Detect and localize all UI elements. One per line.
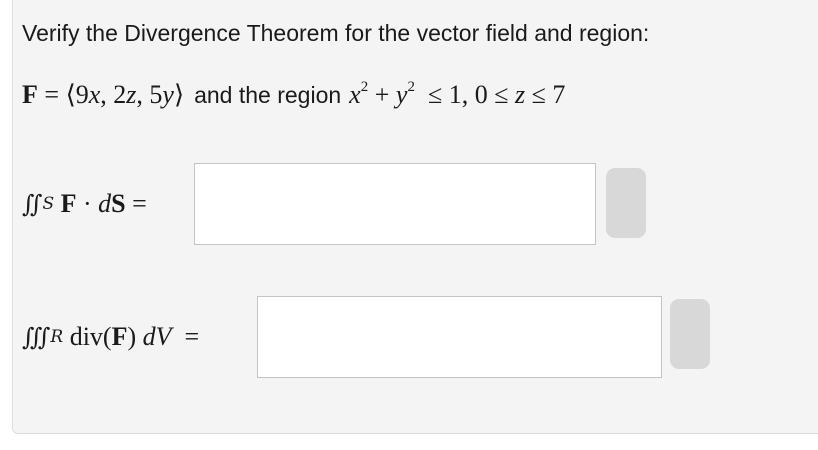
vector-field-expression: F = ⟨9x, 2z, 5y⟩ <box>22 80 184 110</box>
surface-answer-status-indicator <box>606 168 646 238</box>
volume-element-symbol: V <box>155 322 172 351</box>
separator-2: , <box>136 80 150 109</box>
double-integral-icon: ∬ <box>22 190 43 218</box>
plus-sign: + <box>374 80 390 109</box>
component-1-var: x <box>88 80 101 109</box>
paren-close: ) <box>127 322 137 351</box>
leq-sign-1: ≤ <box>427 80 443 109</box>
surface-element-symbol: S <box>111 189 126 218</box>
problem-statement: F = ⟨9x, 2z, 5y⟩ and the region x2 + y2 … <box>22 80 565 120</box>
leq-sign-3: ≤ <box>531 80 546 109</box>
surface-integral-label: ∬ S F · dS = <box>22 189 147 218</box>
volume-differential-d: d <box>142 322 156 351</box>
region-expression: x2 + y2 ≤ 1, 0 ≤ z ≤ 7 <box>349 80 565 110</box>
volume-integral-answer-input[interactable] <box>257 296 662 378</box>
question-prompt: Verify the Divergence Theorem for the ve… <box>22 20 650 46</box>
surface-equals-sign: = <box>132 189 147 218</box>
region-x-exponent: 2 <box>360 79 369 95</box>
paren-open: ( <box>102 322 112 351</box>
divergence-operator: div <box>69 322 103 351</box>
component-3-var: y <box>162 80 174 109</box>
region-y: y <box>395 80 408 109</box>
field-symbol: F <box>22 80 38 109</box>
region-comma: , <box>461 80 469 109</box>
volume-equals-sign: = <box>184 322 200 351</box>
component-3-coef: 5 <box>149 80 163 109</box>
volume-integral-label: ∭ R div(F) dV = <box>22 322 200 351</box>
region-radius: 1 <box>448 80 462 109</box>
triple-integral-icon: ∭ <box>22 323 51 351</box>
region-connector: and the region <box>194 82 342 108</box>
region-z: z <box>515 80 526 109</box>
region-x: x <box>349 80 361 109</box>
component-2-var: z <box>126 80 137 109</box>
surface-integral-answer-input[interactable] <box>194 163 596 245</box>
dot-product-sign: · <box>82 189 92 218</box>
volume-field-symbol: F <box>111 322 128 351</box>
angle-open: ⟨ <box>65 80 76 109</box>
volume-answer-status-indicator <box>670 299 710 369</box>
region-z-lower: 0 <box>474 80 488 109</box>
separator-1: , <box>100 80 114 109</box>
leq-sign-2: ≤ <box>494 80 509 109</box>
surface-field-symbol: F <box>60 189 77 218</box>
angle-close: ⟩ <box>173 80 185 109</box>
component-1-coef: 9 <box>75 80 89 109</box>
equals-sign: = <box>44 80 60 109</box>
differential-d: d <box>98 189 112 218</box>
region-y-exponent: 2 <box>407 79 415 95</box>
component-2-coef: 2 <box>113 80 127 109</box>
region-z-upper: 7 <box>552 80 566 109</box>
